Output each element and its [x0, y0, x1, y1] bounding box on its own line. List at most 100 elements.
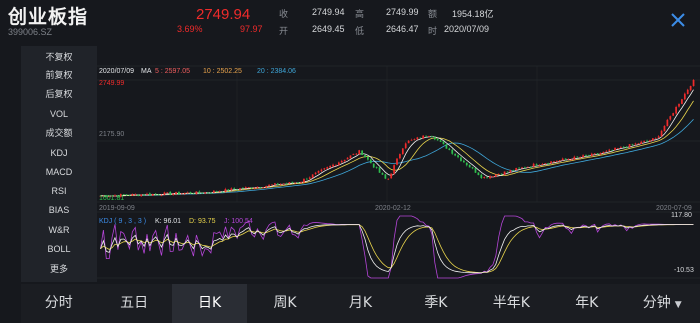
candle-body	[588, 154, 590, 156]
candle-body	[215, 191, 218, 193]
menu-item-turnover[interactable]: 成交额	[21, 124, 97, 142]
tab-half-year-k[interactable]: 半年K	[474, 284, 549, 323]
candle-body	[172, 193, 175, 195]
candle-body	[468, 164, 471, 168]
candle-body	[675, 106, 677, 114]
candle-body	[474, 167, 477, 173]
candle-body	[195, 191, 198, 195]
tab-quarterly-k[interactable]: 季K	[398, 284, 473, 323]
ma20-value: 20 : 2384.06	[257, 68, 296, 75]
ma-label: MA	[141, 68, 152, 75]
candle-body	[416, 137, 419, 140]
tab-intraday[interactable]: 分时	[21, 284, 96, 323]
x-mid-label: 2020-02-12	[375, 205, 411, 212]
candle-body	[343, 159, 346, 162]
candle-body	[669, 116, 672, 120]
candle-body	[561, 158, 564, 161]
high-value: 2749.99	[386, 7, 419, 17]
candle-body	[503, 171, 506, 175]
candle-body	[166, 192, 169, 194]
candle-body	[134, 194, 137, 196]
menu-item-rsi[interactable]: RSI	[21, 182, 97, 200]
tab-monthly-k[interactable]: 月K	[323, 284, 398, 323]
candle-body	[282, 183, 285, 185]
tab-minute[interactable]: 分钟 ▼	[625, 284, 700, 323]
candle-body	[192, 193, 195, 195]
candle-body	[160, 195, 163, 197]
candle-body	[640, 141, 643, 144]
candle-body	[442, 141, 445, 145]
tab-label: 年K	[575, 295, 599, 311]
candle-body	[291, 181, 294, 183]
candle-body	[500, 173, 503, 175]
menu-item-more[interactable]: 更多	[21, 260, 97, 278]
candle-body	[431, 136, 433, 138]
candle-body	[634, 143, 637, 145]
candle-body	[410, 139, 413, 141]
chart-date: 2020/07/09	[99, 68, 135, 75]
candle-body	[465, 162, 468, 166]
candle-body	[526, 166, 529, 168]
menu-item-forward-adjust[interactable]: 前复权	[21, 66, 97, 84]
tab-label: 季K	[424, 295, 448, 311]
menu-item-boll[interactable]: BOLL	[21, 240, 97, 258]
y-max-label: 2749.99	[99, 80, 125, 87]
candle-body	[346, 157, 349, 160]
menu-item-kdj[interactable]: KDJ	[21, 144, 97, 162]
candle-body	[407, 140, 410, 144]
candle-body	[448, 148, 451, 151]
candle-body	[596, 153, 599, 155]
chevron-down-icon: ▼	[674, 300, 682, 310]
candle-body	[311, 174, 314, 178]
open-value: 2649.45	[312, 24, 345, 34]
candle-body	[689, 86, 692, 91]
kline-chart[interactable]: 2020/07/09 MA 5 : 2597.05 10 : 2502.25 2…	[97, 46, 700, 282]
menu-item-vol[interactable]: VOL	[21, 105, 97, 123]
menu-item-macd[interactable]: MACD	[21, 163, 97, 181]
candle-body	[189, 192, 192, 194]
candle-body	[218, 191, 221, 193]
candle-body	[573, 156, 576, 160]
candle-body	[364, 154, 366, 158]
tab-daily-k[interactable]: 日K	[171, 284, 248, 323]
candle-body	[399, 154, 401, 159]
candle-body	[381, 173, 384, 175]
candle-body	[332, 164, 334, 167]
candle-body	[535, 164, 538, 166]
app-root: 创业板指 399006.SZ 2749.94 3.69% 97.97 收 274…	[0, 0, 700, 323]
candle-body	[221, 191, 224, 193]
candle-body	[180, 193, 183, 195]
tab-five-day[interactable]: 五日	[96, 284, 171, 323]
candle-body	[692, 80, 695, 87]
menu-item-wr[interactable]: W&R	[21, 221, 97, 239]
menu-item-no-adjust[interactable]: 不复权	[21, 48, 97, 66]
candle-body	[666, 119, 669, 127]
candle-body	[247, 187, 250, 188]
tab-label: 分时	[44, 295, 73, 311]
ma10-line	[100, 100, 694, 197]
candle-body	[303, 178, 305, 183]
close-value: 2749.94	[312, 7, 345, 17]
kdj-max-label: 117.80	[671, 212, 692, 219]
candle-body	[605, 150, 608, 152]
candle-body	[614, 147, 616, 151]
candle-body	[631, 143, 634, 145]
tab-label: 半年K	[492, 295, 530, 311]
candle-body	[686, 89, 689, 95]
close-icon[interactable]	[668, 10, 688, 30]
current-price: 2749.94	[196, 6, 251, 23]
menu-item-bias[interactable]: BIAS	[21, 201, 97, 219]
menu-item-backward-adjust[interactable]: 后复权	[21, 85, 97, 103]
candle-body	[250, 187, 253, 189]
candle-body	[524, 167, 526, 169]
ma10-value: 10 : 2502.25	[203, 68, 242, 75]
candle-body	[361, 150, 363, 156]
open-label: 开	[279, 26, 289, 36]
tab-weekly-k[interactable]: 周K	[247, 284, 322, 323]
candle-body	[404, 143, 407, 149]
kdj-j-line	[100, 215, 694, 279]
candle-body	[570, 159, 573, 161]
tab-yearly-k[interactable]: 年K	[549, 284, 624, 323]
candle-body	[242, 187, 244, 189]
candle-body	[288, 182, 291, 184]
